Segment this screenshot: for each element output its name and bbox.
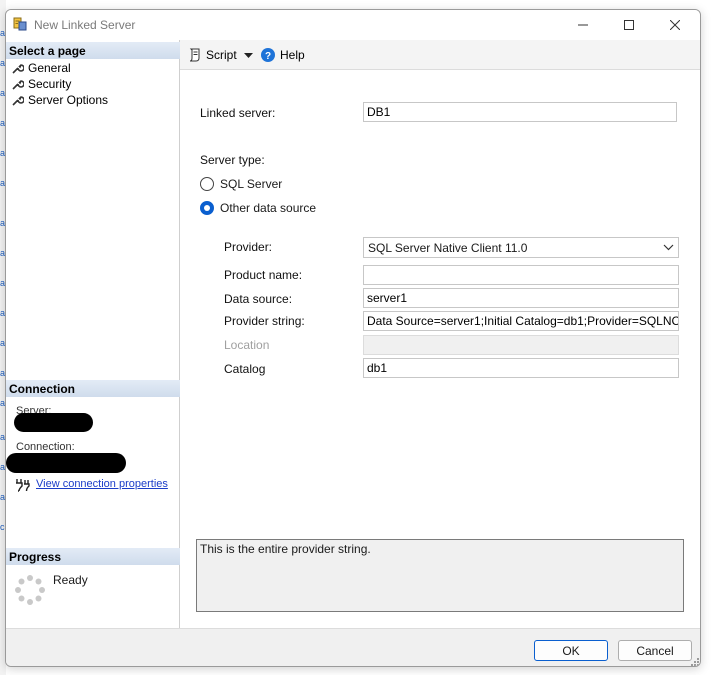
toolbar: Script ? Help: [180, 40, 700, 70]
location-input: [363, 335, 679, 355]
redacted-connection-name: [6, 453, 126, 473]
catalog-input[interactable]: db1: [363, 358, 679, 378]
help-icon: ?: [261, 48, 275, 62]
maximize-icon: [624, 20, 634, 30]
provider-dropdown[interactable]: SQL Server Native Client 11.0: [363, 237, 679, 258]
view-connection-properties-link[interactable]: View connection properties: [36, 478, 168, 490]
window-title: New Linked Server: [34, 18, 136, 32]
title-bar[interactable]: New Linked Server: [6, 10, 700, 40]
progress-spinner-icon: [15, 575, 45, 605]
location-label: Location: [224, 338, 270, 352]
close-button[interactable]: [652, 10, 698, 40]
radio-sql-server[interactable]: SQL Server: [200, 177, 282, 191]
cancel-button[interactable]: Cancel: [618, 640, 692, 661]
connection-label: Connection:: [16, 441, 75, 453]
select-page-header: Select a page: [6, 42, 180, 59]
wrench-icon: [12, 96, 24, 106]
script-label: Script: [206, 48, 237, 62]
script-button[interactable]: Script: [188, 48, 237, 62]
ok-button[interactable]: OK: [534, 640, 608, 661]
plug-icon: [16, 479, 30, 492]
page-item-label: General: [28, 61, 71, 75]
maximize-button[interactable]: [606, 10, 652, 40]
linked-server-app-icon: [13, 17, 27, 31]
radio-other-data-source-label: Other data source: [220, 201, 317, 215]
data-source-input[interactable]: server1: [363, 288, 679, 308]
redacted-server-name: [14, 413, 93, 432]
radio-button-unselected: [200, 177, 214, 191]
linked-server-label: Linked server:: [200, 106, 276, 120]
chevron-down-icon: [663, 244, 674, 251]
page-item-general[interactable]: General: [12, 60, 71, 76]
script-icon: [189, 48, 200, 62]
wrench-icon: [12, 64, 24, 74]
resize-grip-icon[interactable]: [690, 657, 699, 666]
data-source-label: Data source:: [224, 292, 293, 306]
dialog-footer: OK Cancel: [6, 628, 700, 666]
progress-header: Progress: [6, 548, 180, 565]
page-item-label: Server Options: [28, 93, 109, 107]
provider-selected-value: SQL Server Native Client 11.0: [368, 241, 528, 255]
linked-server-input[interactable]: DB1: [363, 102, 677, 122]
catalog-label: Catalog: [224, 362, 266, 376]
page-item-security[interactable]: Security: [12, 76, 71, 92]
page-item-label: Security: [28, 77, 72, 91]
left-navigation-pane: Select a page General Security Server Op…: [6, 40, 180, 628]
minimize-icon: [578, 24, 588, 26]
help-label: Help: [280, 48, 305, 62]
close-icon: [670, 20, 680, 30]
product-name-label: Product name:: [224, 268, 303, 282]
progress-status: Ready: [53, 573, 88, 587]
radio-sql-server-label: SQL Server: [220, 177, 283, 191]
description-box: This is the entire provider string.: [196, 539, 684, 612]
svg-text:?: ?: [265, 51, 271, 62]
radio-button-selected: [200, 201, 214, 215]
connection-header: Connection: [6, 380, 180, 397]
wrench-icon: [12, 80, 24, 90]
page-item-server-options[interactable]: Server Options: [12, 92, 108, 108]
provider-string-input[interactable]: Data Source=server1;Initial Catalog=db1;…: [363, 311, 679, 331]
product-name-input[interactable]: [363, 265, 679, 285]
general-page-content: Script ? Help Linked server: DB1 Server …: [180, 40, 700, 628]
provider-string-label: Provider string:: [224, 314, 305, 328]
minimize-button[interactable]: [560, 10, 606, 40]
server-type-label: Server type:: [200, 153, 265, 167]
chevron-down-icon[interactable]: [244, 53, 253, 59]
provider-label: Provider:: [224, 240, 273, 254]
radio-other-data-source[interactable]: Other data source: [200, 201, 316, 215]
new-linked-server-dialog: New Linked Server Select a page General …: [5, 9, 701, 667]
help-button[interactable]: ? Help: [261, 48, 305, 62]
